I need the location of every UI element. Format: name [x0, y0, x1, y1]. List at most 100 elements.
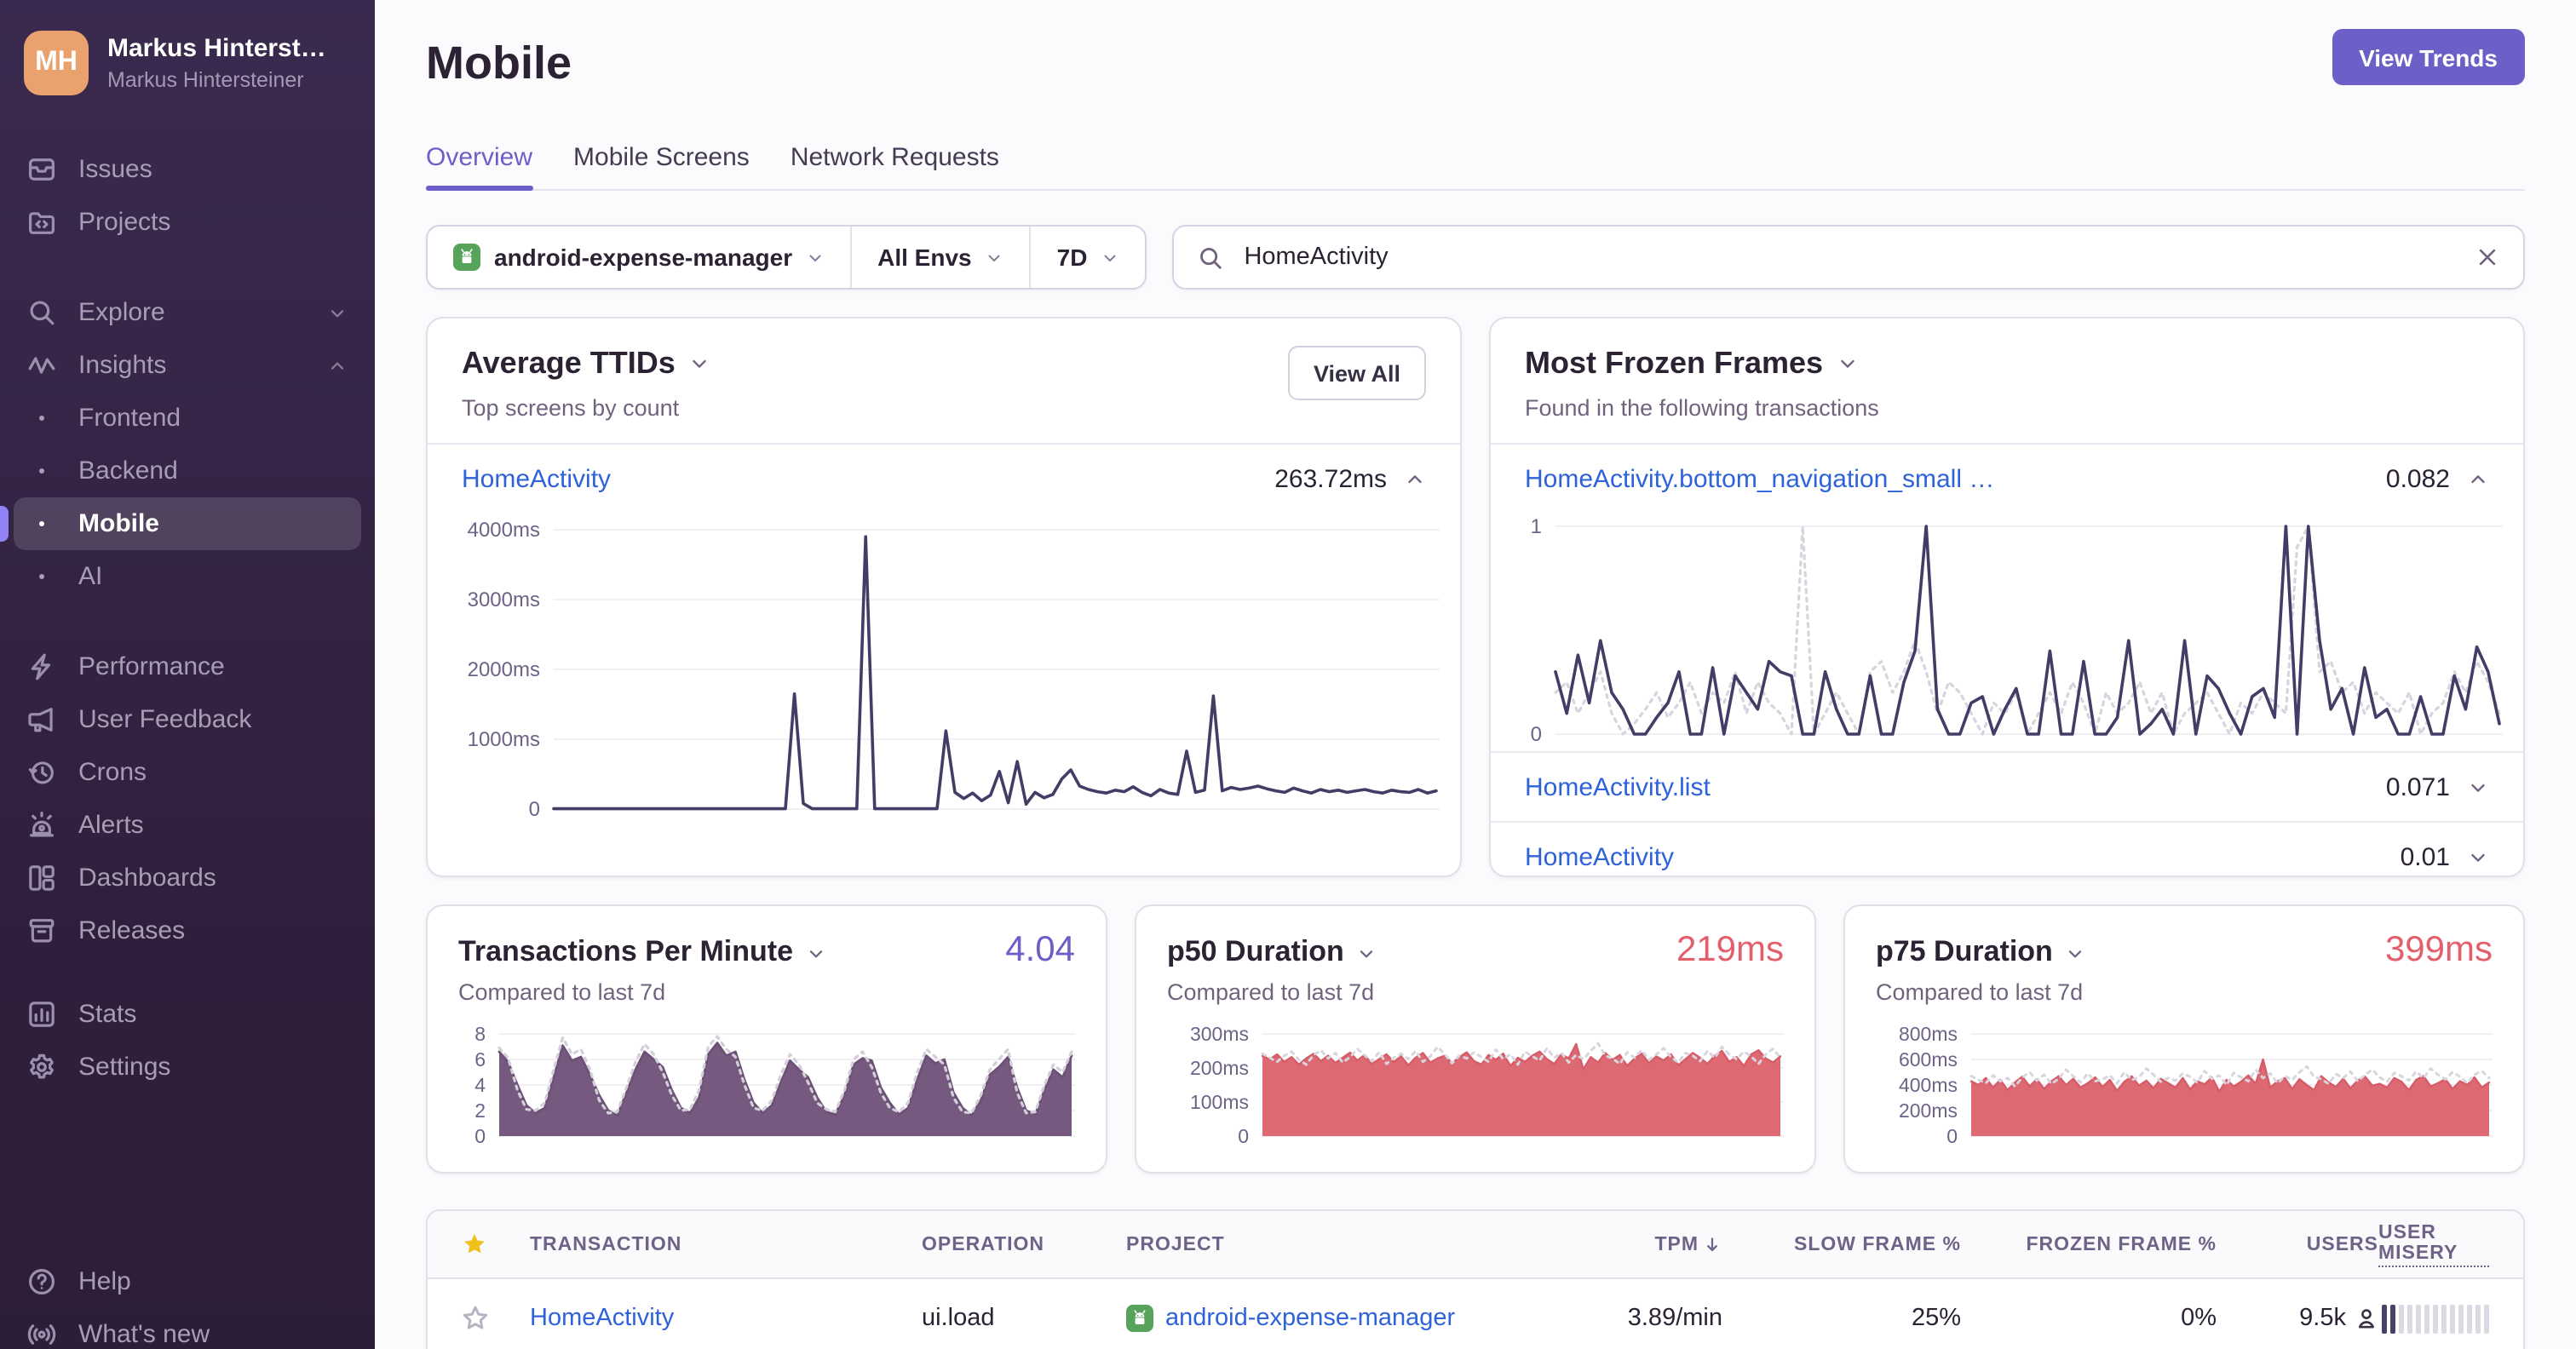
chevron-down-icon — [986, 248, 1004, 267]
app-window: MH Markus Hinterst… Markus Hintersteiner… — [0, 0, 2576, 1349]
chevron-down-icon[interactable] — [2467, 846, 2489, 868]
bullet-icon — [27, 520, 56, 527]
column-header-project[interactable]: PROJECT — [1126, 1234, 1535, 1254]
search-icon — [1198, 244, 1223, 270]
android-icon — [453, 244, 480, 271]
metric-title: Transactions Per Minute — [458, 935, 825, 969]
svg-text:200ms: 200ms — [1899, 1099, 1958, 1122]
column-header-operation[interactable]: OPERATION — [922, 1234, 1126, 1254]
column-header-users[interactable]: USERS — [2217, 1234, 2378, 1254]
chevron-down-icon[interactable] — [1356, 944, 1377, 964]
sidebar-item-ai[interactable]: AI — [0, 550, 375, 603]
tab-bar: Overview Mobile Screens Network Requests — [426, 143, 2525, 191]
sidebar-item-crons[interactable]: Crons — [0, 746, 375, 799]
sidebar-item-frontend[interactable]: Frontend — [0, 392, 375, 445]
column-header-tpm[interactable]: TPM — [1535, 1234, 1722, 1254]
slow-frame-cell: 25% — [1911, 1305, 1961, 1332]
close-icon[interactable] — [2475, 245, 2499, 269]
tpm-card: Transactions Per Minute 4.04 Compared to… — [426, 904, 1107, 1174]
transaction-link[interactable]: HomeActivity — [462, 464, 611, 493]
sidebar-item-releases[interactable]: Releases — [0, 904, 375, 957]
frozen-frame-cell: 0% — [2181, 1305, 2217, 1332]
sidebar-item-stats[interactable]: Stats — [0, 988, 375, 1041]
bar-chart-icon — [27, 1000, 56, 1029]
main-content: Mobile View Trends Overview Mobile Scree… — [375, 0, 2576, 1349]
column-header-transaction[interactable]: TRANSACTION — [530, 1234, 922, 1254]
archive-icon — [27, 916, 56, 945]
view-all-button[interactable]: View All — [1287, 346, 1426, 400]
chevron-down-icon[interactable] — [805, 944, 825, 964]
sidebar-item-alerts[interactable]: Alerts — [0, 799, 375, 852]
bullet-icon — [27, 468, 56, 474]
charts-row: Average TTIDs Top screens by count View … — [426, 317, 2525, 877]
svg-text:4000ms: 4000ms — [468, 519, 540, 542]
sidebar-item-user-feedback[interactable]: User Feedback — [0, 693, 375, 746]
metric-subtitle: Compared to last 7d — [1167, 979, 1375, 1005]
ttid-chart: 4000ms 3000ms 2000ms 1000ms 0 — [448, 516, 1440, 821]
sidebar-item-dashboards[interactable]: Dashboards — [0, 852, 375, 904]
transaction-link[interactable]: HomeActivity — [1525, 842, 1674, 871]
date-range-selector[interactable]: 7D — [1029, 227, 1146, 288]
svg-text:800ms: 800ms — [1899, 1023, 1958, 1045]
chevron-up-icon[interactable] — [1404, 468, 1426, 490]
sidebar-item-projects[interactable]: Projects — [0, 196, 375, 249]
tab-overview[interactable]: Overview — [426, 143, 532, 191]
sidebar-item-label: Crons — [78, 758, 147, 787]
transaction-link[interactable]: HomeActivity — [530, 1305, 922, 1332]
column-header-slow-frame[interactable]: SLOW FRAME % — [1722, 1234, 1961, 1254]
chevron-down-icon[interactable] — [2467, 776, 2489, 798]
sidebar-item-settings[interactable]: Settings — [0, 1041, 375, 1094]
sidebar-item-mobile[interactable]: Mobile — [0, 497, 361, 550]
tab-mobile-screens[interactable]: Mobile Screens — [573, 143, 750, 189]
column-header-user-misery[interactable]: USER MISERY — [2378, 1222, 2489, 1266]
android-icon — [1126, 1305, 1153, 1332]
svg-text:0: 0 — [1238, 1125, 1249, 1146]
chevron-down-icon[interactable] — [1837, 353, 1859, 375]
search-input[interactable] — [1240, 242, 2458, 273]
sidebar-item-label: Settings — [78, 1053, 171, 1082]
svg-text:1000ms: 1000ms — [468, 728, 540, 751]
svg-text:2000ms: 2000ms — [468, 658, 540, 681]
table-header: TRANSACTION OPERATION PROJECT TPM SLOW F… — [428, 1211, 2523, 1279]
sidebar-item-help[interactable]: Help — [0, 1255, 375, 1308]
project-link[interactable]: android-expense-manager — [1165, 1305, 1455, 1332]
sort-descending-icon — [1702, 1234, 1722, 1254]
user-menu[interactable]: MH Markus Hinterst… Markus Hintersteiner — [0, 0, 375, 102]
chevron-down-icon[interactable] — [689, 353, 711, 375]
project-selector-label: android-expense-manager — [494, 244, 793, 271]
transactions-table: TRANSACTION OPERATION PROJECT TPM SLOW F… — [426, 1209, 2525, 1349]
sidebar-item-explore[interactable]: Explore — [0, 286, 375, 339]
average-ttids-card: Average TTIDs Top screens by count View … — [426, 317, 1462, 877]
p75-chart: 800ms 600ms 400ms 200ms 0 — [1876, 1020, 2493, 1147]
users-cell: 9.5k — [2217, 1305, 2378, 1332]
sidebar-item-label: Insights — [78, 351, 167, 380]
chevron-down-icon[interactable] — [2065, 944, 2085, 964]
help-icon — [27, 1267, 56, 1296]
column-header-frozen-frame[interactable]: FROZEN FRAME % — [1961, 1234, 2217, 1254]
project-selector[interactable]: android-expense-manager — [428, 227, 850, 288]
avatar: MH — [24, 31, 89, 95]
frozen-row-bottom-navigation: HomeActivity.bottom_navigation_small … 0… — [1491, 445, 2523, 513]
org-name: Markus Hintersteiner — [107, 68, 304, 92]
metric-value: 219ms — [1676, 930, 1784, 969]
search-bar — [1172, 225, 2525, 290]
favorite-star-outline-icon[interactable] — [462, 1305, 489, 1332]
environment-selector[interactable]: All Envs — [850, 227, 1030, 288]
sidebar-item-issues[interactable]: Issues — [0, 143, 375, 196]
chevron-up-icon[interactable] — [2467, 468, 2489, 490]
transaction-link[interactable]: HomeActivity.bottom_navigation_small … — [1525, 464, 1994, 493]
sidebar-item-label: Stats — [78, 1000, 137, 1029]
sidebar-item-label: What's new — [78, 1320, 210, 1349]
sidebar-item-performance[interactable]: Performance — [0, 640, 375, 693]
svg-text:0: 0 — [529, 798, 540, 819]
chevron-down-icon — [806, 248, 825, 267]
sidebar-nav: Issues Projects Explore Insights Fronten… — [0, 143, 375, 1094]
view-trends-button[interactable]: View Trends — [2332, 29, 2525, 85]
sidebar-item-label: Backend — [78, 456, 178, 485]
sidebar-item-whats-new[interactable]: What's new — [0, 1308, 375, 1349]
transaction-link[interactable]: HomeActivity.list — [1525, 772, 1711, 801]
sidebar-item-insights[interactable]: Insights — [0, 339, 375, 392]
sidebar-item-backend[interactable]: Backend — [0, 445, 375, 497]
card-title: Average TTIDs — [462, 346, 711, 382]
tab-network-requests[interactable]: Network Requests — [791, 143, 999, 189]
